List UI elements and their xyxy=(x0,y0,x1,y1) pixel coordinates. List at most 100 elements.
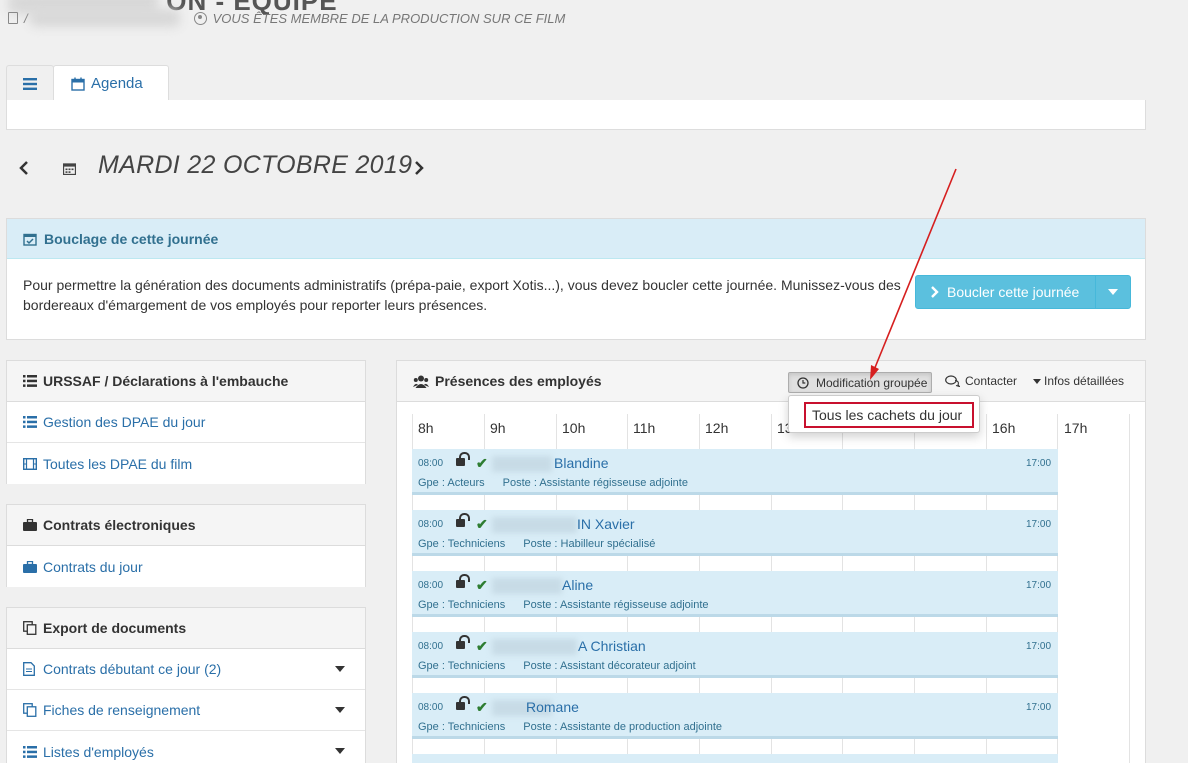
unlock-icon[interactable] xyxy=(456,452,470,466)
date-picker-button[interactable] xyxy=(62,162,77,178)
copy-icon xyxy=(23,621,37,635)
prev-day-button[interactable] xyxy=(19,156,29,182)
contrats-panel: Contrats électroniques Contrats du jour xyxy=(6,504,366,587)
next-day-button[interactable] xyxy=(414,156,424,182)
caret-down-icon[interactable] xyxy=(335,707,345,713)
employee-poste: Poste : Assistant décorateur adjoint xyxy=(523,660,696,672)
start-time: 08:00 xyxy=(418,641,444,652)
caret-down-icon[interactable] xyxy=(335,666,345,672)
check-icon: ✔ xyxy=(476,455,488,471)
employee-meta: Gpe : Techniciens Poste : Assistante régi… xyxy=(418,599,727,611)
tab-menu[interactable] xyxy=(6,65,54,101)
breadcrumb: / VOUS ÊTES MEMBRE DE LA PRODUCTION SUR … xyxy=(8,9,565,27)
employee-group: Gpe : Techniciens xyxy=(418,599,506,611)
unlock-icon[interactable] xyxy=(456,513,470,527)
unlock-icon[interactable] xyxy=(456,635,470,649)
list-icon xyxy=(23,416,37,428)
redacted-name xyxy=(492,639,577,655)
employee-poste: Poste : Assistante de production adjoint… xyxy=(523,721,722,733)
bouclage-heading-label: Bouclage de cette journée xyxy=(44,230,219,247)
presence-row[interactable]: 08:00 ✔ A Christian 17:00 Gpe : Techniciens P… xyxy=(412,632,1058,678)
presence-row[interactable]: 08:00 ✔ Aline 17:00 Gpe : Techniciens Poste :… xyxy=(412,571,1058,617)
check-icon: ✔ xyxy=(476,516,488,532)
presence-row[interactable]: 08:00 ✔ Blandine 17:00 Gpe : Acteurs Poste : … xyxy=(412,449,1058,495)
caret-down-icon[interactable] xyxy=(335,748,345,754)
hour-label: 10h xyxy=(562,420,586,436)
employee-name[interactable]: Romane xyxy=(526,699,579,715)
presences-panel: Présences des employés Modification grou… xyxy=(396,360,1146,763)
user-circle-icon xyxy=(193,11,207,25)
contrats-du-jour-label: Contrats du jour xyxy=(43,558,143,575)
gestion-dpae-link[interactable]: Gestion des DPAE du jour xyxy=(7,402,365,443)
start-time: 08:00 xyxy=(418,580,444,591)
contrats-du-jour-link[interactable]: Contrats du jour xyxy=(7,546,365,587)
fiches-renseignement-link[interactable]: Fiches de renseignement xyxy=(7,690,365,731)
employee-group: Gpe : Techniciens xyxy=(418,721,506,733)
bouclage-text: Pour permettre la génération des documen… xyxy=(23,277,901,313)
list-icon xyxy=(23,375,37,387)
tab-agenda-label: Agenda xyxy=(91,75,143,92)
employee-poste: Poste : Assistante régisseuse adjointe xyxy=(502,477,688,489)
tab-agenda[interactable]: Agenda xyxy=(53,65,169,101)
redacted-name xyxy=(492,456,552,472)
file-text-icon xyxy=(23,662,35,676)
calendar-icon xyxy=(62,163,77,176)
member-note: VOUS ÊTES MEMBRE DE LA PRODUCTION SUR CE… xyxy=(212,10,566,26)
employee-meta: Gpe : Techniciens Poste : Habilleur spéci… xyxy=(418,538,673,550)
presences-heading-label: Présences des employés xyxy=(435,373,602,389)
toutes-dpae-label: Toutes les DPAE du film xyxy=(43,455,193,472)
export-heading-label: Export de documents xyxy=(43,620,187,636)
employee-name[interactable]: Aline xyxy=(562,577,593,593)
calendar-check-icon xyxy=(23,233,37,246)
hour-label: 12h xyxy=(705,420,729,436)
contrats-debutant-link[interactable]: Contrats débutant ce jour (2) xyxy=(7,649,365,690)
tab-content-border xyxy=(6,100,7,130)
listes-employes-label: Listes d'employés xyxy=(43,743,154,760)
employee-meta: Gpe : Techniciens Poste : Assistante de p… xyxy=(418,721,740,733)
hour-label: 9h xyxy=(490,420,506,436)
hamburger-icon xyxy=(23,77,37,90)
infos-detaillees-toggle[interactable]: Infos détaillées xyxy=(1033,374,1124,388)
urssaf-heading-label: URSSAF / Déclarations à l'embauche xyxy=(43,373,289,389)
briefcase-icon xyxy=(23,560,37,573)
unlock-icon[interactable] xyxy=(456,574,470,588)
toutes-dpae-link[interactable]: Toutes les DPAE du film xyxy=(7,443,365,484)
current-date: MARDI 22 OCTOBRE 2019 xyxy=(98,151,413,179)
contrats-heading: Contrats électroniques xyxy=(7,505,365,546)
employee-name[interactable]: IN Xavier xyxy=(577,516,635,532)
urssaf-heading: URSSAF / Déclarations à l'embauche xyxy=(7,361,365,402)
film-icon xyxy=(23,457,37,470)
users-icon xyxy=(413,375,429,388)
boucler-journee-toggle[interactable] xyxy=(1096,289,1130,295)
contrats-heading-label: Contrats électroniques xyxy=(43,517,196,533)
calendar-icon xyxy=(71,77,85,91)
redacted-crumb xyxy=(29,9,180,27)
tab-bar: Agenda xyxy=(6,65,1146,131)
end-time: 17:00 xyxy=(1026,519,1052,530)
presence-row-partial[interactable] xyxy=(412,754,1058,763)
employee-name[interactable]: Blandine xyxy=(554,455,609,471)
employee-name[interactable]: A Christian xyxy=(578,638,646,654)
annotation-arrow xyxy=(870,168,957,380)
briefcase-icon xyxy=(23,519,37,531)
tous-les-cachets-option[interactable]: Tous les cachets du jour xyxy=(804,402,974,428)
end-time: 17:00 xyxy=(1026,702,1052,713)
bouclage-panel: Bouclage de cette journée Pour permettre… xyxy=(6,218,1146,340)
export-panel: Export de documents Contrats débutant ce… xyxy=(6,607,366,763)
list-icon xyxy=(23,745,37,758)
grid-line xyxy=(1129,414,1130,763)
employee-group: Gpe : Techniciens xyxy=(418,538,506,550)
presence-row[interactable]: 08:00 ✔ IN Xavier 17:00 Gpe : Techniciens Pos… xyxy=(412,510,1058,556)
hour-label: 17h xyxy=(1064,420,1088,436)
presence-row[interactable]: 08:00 ✔ Romane 17:00 Gpe : Techniciens Poste … xyxy=(412,693,1058,739)
tab-content xyxy=(6,100,1146,130)
unlock-icon[interactable] xyxy=(456,696,470,710)
redacted-name xyxy=(492,517,577,533)
employee-poste: Poste : Assistante régisseuse adjointe xyxy=(523,599,709,611)
export-heading: Export de documents xyxy=(7,608,365,649)
check-icon: ✔ xyxy=(476,638,488,654)
listes-employes-link[interactable]: Listes d'employés xyxy=(7,731,365,763)
infos-detaillees-label: Infos détaillées xyxy=(1044,374,1125,388)
redacted-name xyxy=(492,578,562,594)
employee-group: Gpe : Acteurs xyxy=(418,477,485,489)
